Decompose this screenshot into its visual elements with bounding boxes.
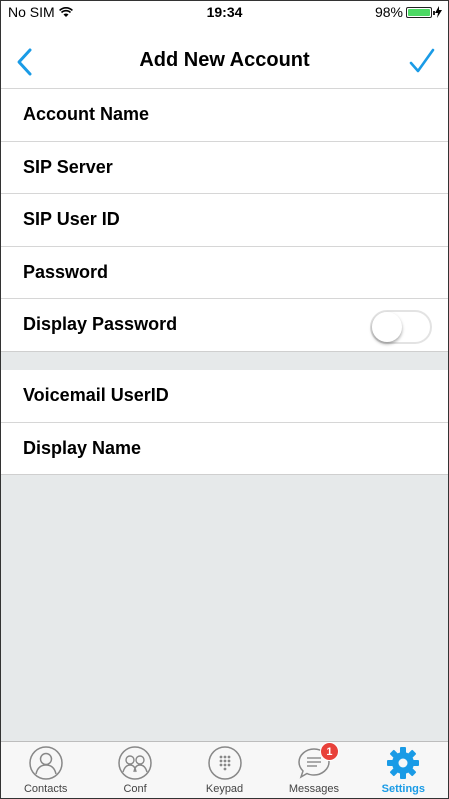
tab-contacts[interactable]: Contacts — [1, 742, 90, 798]
battery-tip — [433, 10, 435, 15]
account-name-field[interactable]: Account Name — [1, 89, 448, 142]
checkmark-icon[interactable] — [408, 47, 436, 75]
tab-keypad[interactable]: Keypad — [180, 742, 269, 798]
display-name-label: Display Name — [23, 437, 142, 458]
keypad-icon — [207, 746, 242, 780]
tab-label-keypad: Keypad — [205, 783, 244, 795]
display-password-toggle[interactable] — [370, 310, 432, 344]
tab-label-conf: Conf — [123, 783, 147, 795]
tab-settings[interactable]: Settings — [359, 742, 448, 798]
sip-server-field[interactable]: SIP Server — [1, 142, 448, 194]
account-form-section: Account Name SIP Server SIP User ID Pass… — [1, 89, 448, 352]
gear-icon — [387, 747, 420, 779]
account-name-label: Account Name — [23, 104, 150, 125]
password-label: Password — [23, 261, 109, 282]
display-password-label: Display Password — [23, 314, 178, 335]
tab-label-messages: Messages — [288, 783, 339, 795]
messages-badge: 1 — [319, 742, 339, 761]
password-field[interactable]: Password — [1, 247, 448, 299]
screen: No SIM 19:34 98% Add New Account Account… — [0, 0, 449, 799]
voicemail-userid-label: Voicemail UserID — [23, 385, 169, 406]
battery-fill — [408, 8, 430, 16]
tab-label-settings: Settings — [381, 783, 426, 795]
tab-bar: Contacts Conf Keypad 1 Messages Settings — [1, 741, 448, 798]
nav-bar: Add New Account — [1, 23, 448, 89]
contacts-icon — [28, 746, 63, 780]
display-password-row: Display Password — [1, 299, 448, 352]
voicemail-form-section: Voicemail UserID Display Name — [1, 370, 448, 475]
tab-messages[interactable]: 1 Messages — [269, 742, 358, 798]
tab-label-contacts: Contacts — [23, 783, 68, 795]
status-bar: No SIM 19:34 98% — [1, 1, 448, 23]
page-title: Add New Account — [139, 49, 310, 71]
charging-icon — [435, 6, 442, 18]
voicemail-userid-field[interactable]: Voicemail UserID — [1, 370, 448, 423]
battery-icon — [406, 6, 435, 18]
sip-user-id-field[interactable]: SIP User ID — [1, 194, 448, 247]
tab-conf[interactable]: Conf — [90, 742, 179, 798]
display-name-field[interactable]: Display Name — [1, 423, 448, 475]
conference-icon — [118, 746, 152, 780]
sip-server-label: SIP Server — [23, 156, 113, 177]
status-right: 98% — [375, 4, 442, 20]
sip-user-id-label: SIP User ID — [23, 209, 120, 230]
battery-percent: 98% — [374, 4, 403, 20]
toggle-knob — [372, 312, 402, 342]
